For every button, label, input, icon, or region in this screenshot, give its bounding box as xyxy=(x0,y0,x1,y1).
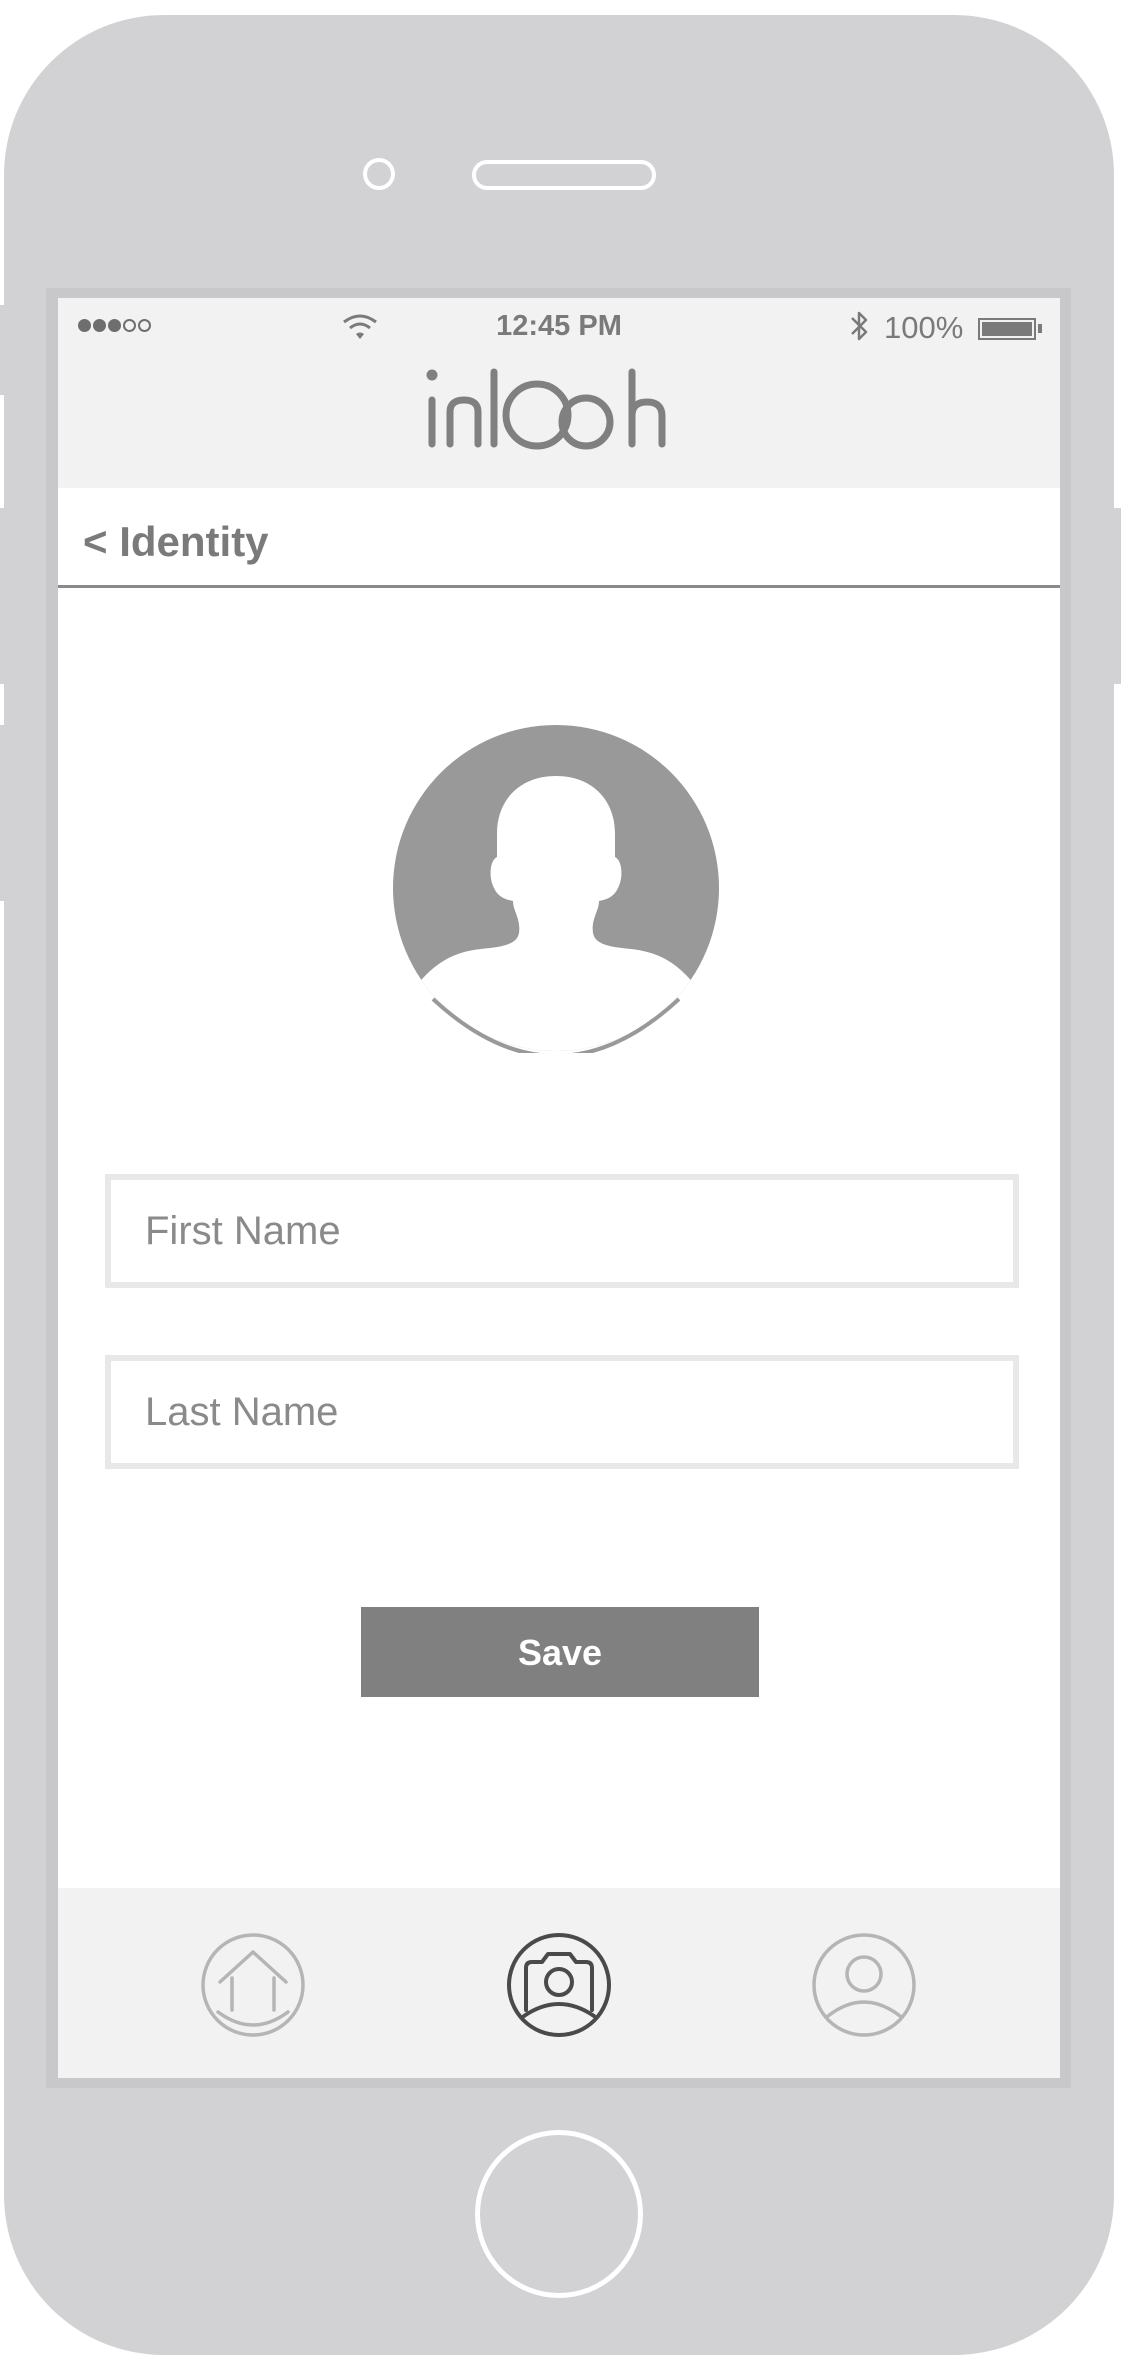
bluetooth-icon xyxy=(851,311,868,341)
power-button xyxy=(1111,508,1121,684)
first-name-field[interactable] xyxy=(105,1174,1019,1288)
battery-icon xyxy=(978,318,1036,340)
last-name-field[interactable] xyxy=(105,1355,1019,1469)
home-button[interactable] xyxy=(475,2130,643,2298)
app-header: 12:45 PM 100% xyxy=(58,298,1060,488)
save-button[interactable]: Save xyxy=(361,1607,759,1697)
user-silhouette-icon[interactable] xyxy=(391,723,721,1053)
earpiece-speaker xyxy=(472,160,656,190)
first-name-input[interactable] xyxy=(111,1180,1013,1282)
battery-tip xyxy=(1038,324,1042,333)
volume-up-button xyxy=(0,508,10,684)
bottom-tab-bar xyxy=(58,1888,1060,2078)
battery-percentage: 100% xyxy=(884,310,964,345)
app-screen: 12:45 PM 100% < Identity First Name Last… xyxy=(58,298,1060,2078)
status-bar: 12:45 PM 100% xyxy=(58,298,1060,345)
back-button[interactable]: < Identity xyxy=(83,518,269,566)
profile-icon[interactable] xyxy=(811,1932,917,2038)
volume-down-button xyxy=(0,725,10,901)
app-logo xyxy=(426,368,666,450)
last-name-input[interactable] xyxy=(111,1361,1013,1463)
side-button xyxy=(0,305,10,395)
home-icon[interactable] xyxy=(200,1932,306,2038)
front-camera xyxy=(363,158,395,190)
nav-bar: < Identity xyxy=(58,488,1060,588)
camera-icon[interactable] xyxy=(506,1932,612,2038)
